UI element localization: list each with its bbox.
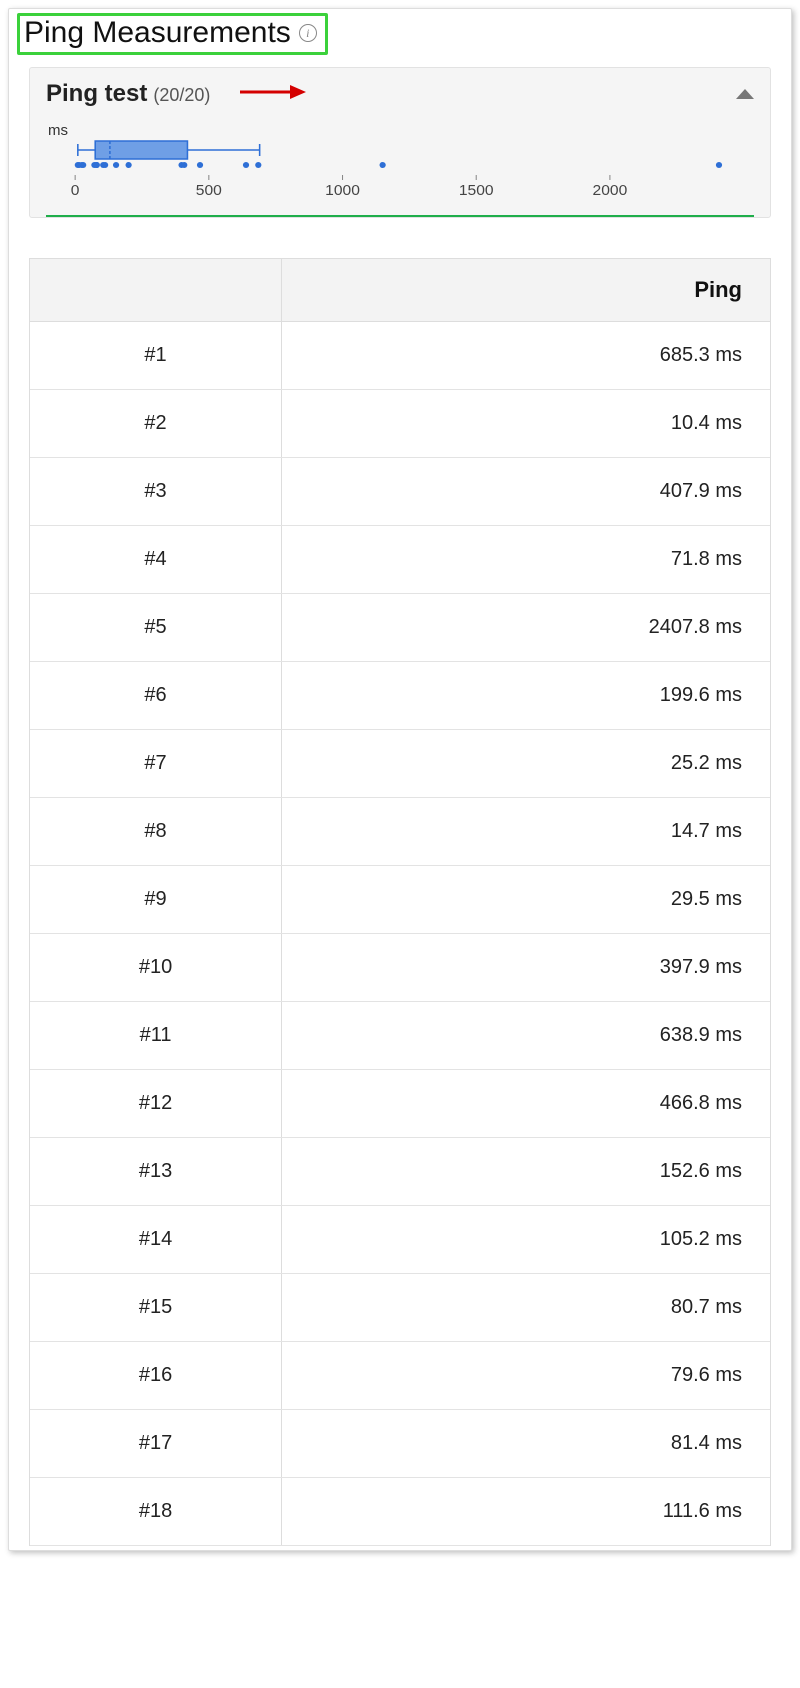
row-ping-value: 25.2 ms <box>282 730 770 798</box>
row-index: #5 <box>30 594 282 662</box>
boxplot-chart: 0 500 1000 1500 2000 <box>46 139 754 201</box>
table-row: #929.5 ms <box>30 866 770 934</box>
summary-count: (20/20) <box>153 85 210 106</box>
row-ping-value: 638.9 ms <box>282 1002 770 1070</box>
summary-title: Ping test (20/20) <box>46 80 306 108</box>
row-ping-value: 152.6 ms <box>282 1138 770 1206</box>
table-row: #725.2 ms <box>30 730 770 798</box>
table-row: #3407.9 ms <box>30 458 770 526</box>
row-ping-value: 80.7 ms <box>282 1274 770 1342</box>
row-index: #16 <box>30 1342 282 1410</box>
row-index: #11 <box>30 1002 282 1070</box>
page-title: Ping Measurements <box>24 16 291 50</box>
table-header-row: Ping <box>30 259 770 322</box>
row-ping-value: 105.2 ms <box>282 1206 770 1274</box>
row-ping-value: 29.5 ms <box>282 866 770 934</box>
title-highlight: Ping Measurements i <box>17 13 328 55</box>
row-index: #15 <box>30 1274 282 1342</box>
row-ping-value: 397.9 ms <box>282 934 770 1002</box>
row-index: #14 <box>30 1206 282 1274</box>
row-ping-value: 81.4 ms <box>282 1410 770 1478</box>
row-index: #12 <box>30 1070 282 1138</box>
table-header-ping: Ping <box>282 259 770 322</box>
row-ping-value: 79.6 ms <box>282 1342 770 1410</box>
row-ping-value: 685.3 ms <box>282 322 770 390</box>
row-index: #10 <box>30 934 282 1002</box>
row-index: #2 <box>30 390 282 458</box>
table-row: #1781.4 ms <box>30 1410 770 1478</box>
summary-header[interactable]: Ping test (20/20) <box>46 80 754 108</box>
table-row: #12466.8 ms <box>30 1070 770 1138</box>
table-row: #18111.6 ms <box>30 1478 770 1546</box>
summary-title-text: Ping test <box>46 80 147 108</box>
annotation-arrow-icon <box>236 80 306 108</box>
row-index: #7 <box>30 730 282 798</box>
row-ping-value: 2407.8 ms <box>282 594 770 662</box>
ping-table-wrap: Ping #1685.3 ms#210.4 ms#3407.9 ms#471.8… <box>29 258 771 1546</box>
row-index: #4 <box>30 526 282 594</box>
svg-text:500: 500 <box>196 182 222 199</box>
table-row: #210.4 ms <box>30 390 770 458</box>
table-header-blank <box>30 259 282 322</box>
row-ping-value: 466.8 ms <box>282 1070 770 1138</box>
row-index: #13 <box>30 1138 282 1206</box>
row-ping-value: 407.9 ms <box>282 458 770 526</box>
svg-text:2000: 2000 <box>593 182 628 199</box>
svg-text:0: 0 <box>71 182 80 199</box>
table-row: #1580.7 ms <box>30 1274 770 1342</box>
table-row: #11638.9 ms <box>30 1002 770 1070</box>
svg-text:1500: 1500 <box>459 182 494 199</box>
table-row: #14105.2 ms <box>30 1206 770 1274</box>
row-index: #17 <box>30 1410 282 1478</box>
row-index: #6 <box>30 662 282 730</box>
ping-measurements-panel: Ping Measurements i Ping test (20/20) ms… <box>8 8 792 1551</box>
table-row: #52407.8 ms <box>30 594 770 662</box>
table-row: #1685.3 ms <box>30 322 770 390</box>
table-row: #6199.6 ms <box>30 662 770 730</box>
table-row: #1679.6 ms <box>30 1342 770 1410</box>
status-divider <box>46 215 754 217</box>
collapse-icon[interactable] <box>736 89 754 99</box>
svg-text:1000: 1000 <box>325 182 360 199</box>
row-index: #8 <box>30 798 282 866</box>
row-index: #18 <box>30 1478 282 1546</box>
row-index: #9 <box>30 866 282 934</box>
row-ping-value: 14.7 ms <box>282 798 770 866</box>
table-row: #471.8 ms <box>30 526 770 594</box>
title-row: Ping Measurements i <box>9 9 791 61</box>
table-row: #10397.9 ms <box>30 934 770 1002</box>
axis-unit-label: ms <box>48 122 754 139</box>
row-ping-value: 71.8 ms <box>282 526 770 594</box>
boxplot-area: ms 0 500 1000 1500 2000 <box>46 122 754 211</box>
info-icon[interactable]: i <box>299 24 317 42</box>
row-ping-value: 111.6 ms <box>282 1478 770 1546</box>
row-index: #3 <box>30 458 282 526</box>
ping-summary-card: Ping test (20/20) ms 0 500 1000 1500 2000 <box>29 67 771 218</box>
row-ping-value: 199.6 ms <box>282 662 770 730</box>
table-row: #814.7 ms <box>30 798 770 866</box>
row-index: #1 <box>30 322 282 390</box>
row-ping-value: 10.4 ms <box>282 390 770 458</box>
table-row: #13152.6 ms <box>30 1138 770 1206</box>
ping-table: Ping #1685.3 ms#210.4 ms#3407.9 ms#471.8… <box>30 259 770 1546</box>
